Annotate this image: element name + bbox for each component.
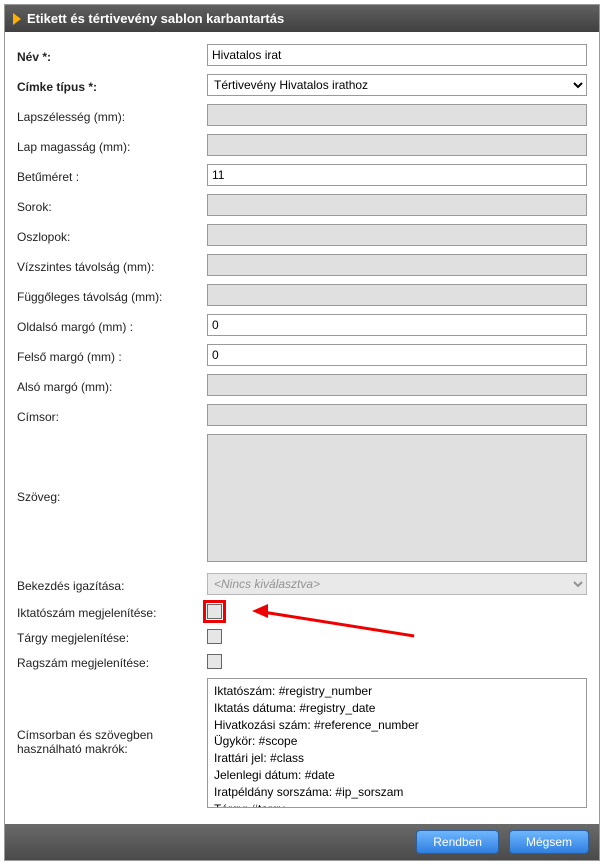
title-arrow-icon [13,13,21,25]
name-label: Név *: [17,47,207,64]
macros-list[interactable]: Iktatószám: #registry_numberIktatás dátu… [207,678,587,808]
macro-line: Jelenlegi dátum: #date [214,767,580,784]
headerrow-label: Címsor: [17,407,207,424]
fontsize-label: Betűméret : [17,167,207,184]
macro-line: Irattári jel: #class [214,750,580,767]
macro-line: Hivatkozási szám: #reference_number [214,717,580,734]
show-subject-label: Tárgy megjelenítése: [17,628,207,645]
titlebar: Etikett és tértivevény sablon karbantart… [5,5,599,32]
fontsize-input[interactable] [207,164,587,186]
text-textarea[interactable] [207,434,587,562]
macro-line: Ügykör: #scope [214,733,580,750]
cols-label: Oszlopok: [17,227,207,244]
dialog: Etikett és tértivevény sablon karbantart… [4,4,600,861]
hgap-input[interactable] [207,254,587,276]
topmargin-input[interactable] [207,344,587,366]
show-regnum-label: Iktatószám megjelenítése: [17,603,207,620]
rows-label: Sorok: [17,197,207,214]
type-select[interactable]: Tértivevény Hivatalos irathoz [207,74,587,96]
ok-button[interactable]: Rendben [416,830,499,854]
type-label: Címke típus *: [17,77,207,94]
vgap-label: Függőleges távolság (mm): [17,287,207,304]
form-body: Név *: Címke típus *: Tértivevény Hivata… [5,32,599,824]
hgap-label: Vízszintes távolság (mm): [17,257,207,274]
show-sticknum-label: Ragszám megjelenítése: [17,653,207,670]
macro-line: Iratpéldány sorszáma: #ip_sorszam [214,784,580,801]
width-label: Lapszélesség (mm): [17,107,207,124]
vgap-input[interactable] [207,284,587,306]
sidemargin-label: Oldalsó margó (mm) : [17,317,207,334]
show-subject-checkbox[interactable] [207,629,222,644]
topmargin-label: Felső margó (mm) : [17,347,207,364]
bottommargin-input[interactable] [207,374,587,396]
dialog-footer: Rendben Mégsem [5,824,599,860]
height-label: Lap magasság (mm): [17,137,207,154]
align-select[interactable]: <Nincs kiválasztva> [207,573,587,595]
rows-input[interactable] [207,194,587,216]
headerrow-input[interactable] [207,404,587,426]
cancel-button[interactable]: Mégsem [509,830,589,854]
height-input[interactable] [207,134,587,156]
sidemargin-input[interactable] [207,314,587,336]
width-input[interactable] [207,104,587,126]
cols-input[interactable] [207,224,587,246]
show-regnum-checkbox[interactable] [207,604,222,619]
bottommargin-label: Alsó margó (mm): [17,377,207,394]
name-input[interactable] [207,44,587,66]
macro-line: Tárgy: #targy [214,801,580,808]
text-label: Szöveg: [17,434,207,504]
show-sticknum-checkbox[interactable] [207,654,222,669]
macro-line: Iktatás dátuma: #registry_date [214,700,580,717]
align-label: Bekezdés igazítása: [17,576,207,593]
macro-line: Iktatószám: #registry_number [214,683,580,700]
dialog-title: Etikett és tértivevény sablon karbantart… [27,11,284,26]
macros-label: Címsorban és szövegben használható makró… [17,678,207,756]
